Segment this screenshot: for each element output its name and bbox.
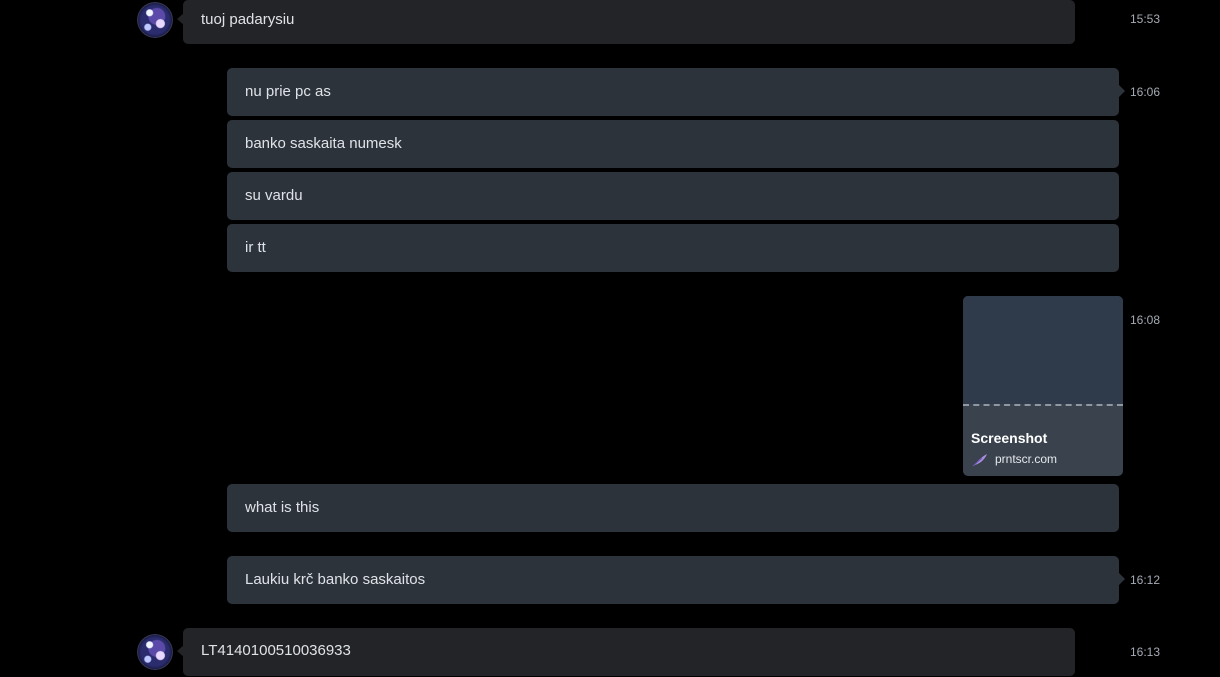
contact-avatar[interactable] xyxy=(137,2,173,38)
message-bubble-outgoing[interactable]: banko saskaita numesk xyxy=(227,120,1119,168)
message-text: what is this xyxy=(245,499,320,516)
message-text: ir tt xyxy=(245,239,266,256)
link-preview-title[interactable]: Screenshot xyxy=(971,430,1047,446)
message-timestamp: 16:06 xyxy=(1130,85,1161,99)
message-bubble-incoming[interactable]: LT4140100510036933 xyxy=(183,628,1075,676)
message-bubble-incoming[interactable]: tuoj padarysiu xyxy=(183,0,1075,44)
bubble-tail xyxy=(1119,573,1125,585)
message-bubble-outgoing[interactable]: Laukiu krč banko saskaitos xyxy=(227,556,1119,604)
message-text: tuoj padarysiu xyxy=(201,11,295,28)
message-timestamp: 16:12 xyxy=(1130,573,1161,587)
message-text: nu prie pc as xyxy=(245,83,331,100)
message-text: Laukiu krč banko saskaitos xyxy=(245,571,426,588)
bubble-tail xyxy=(1119,85,1125,97)
contact-avatar[interactable] xyxy=(137,634,173,670)
link-preview-source[interactable]: prntscr.com xyxy=(995,452,1057,466)
link-preview-card[interactable]: Screenshot prntscr.com xyxy=(963,296,1123,476)
link-preview-image[interactable] xyxy=(963,296,1123,404)
message-bubble-outgoing[interactable]: su vardu xyxy=(227,172,1119,220)
message-timestamp: 15:53 xyxy=(1130,12,1161,26)
message-text: su vardu xyxy=(245,187,303,204)
feather-icon xyxy=(972,454,987,467)
message-bubble-outgoing[interactable]: ir tt xyxy=(227,224,1119,272)
message-text: banko saskaita numesk xyxy=(245,135,402,152)
message-timestamp: 16:13 xyxy=(1130,645,1161,659)
message-timestamp: 16:08 xyxy=(1130,313,1161,327)
message-bubble-outgoing[interactable]: nu prie pc as xyxy=(227,68,1119,116)
message-text: LT4140100510036933 xyxy=(201,642,351,659)
message-bubble-outgoing[interactable]: what is this xyxy=(227,484,1119,532)
divider xyxy=(963,404,1123,406)
